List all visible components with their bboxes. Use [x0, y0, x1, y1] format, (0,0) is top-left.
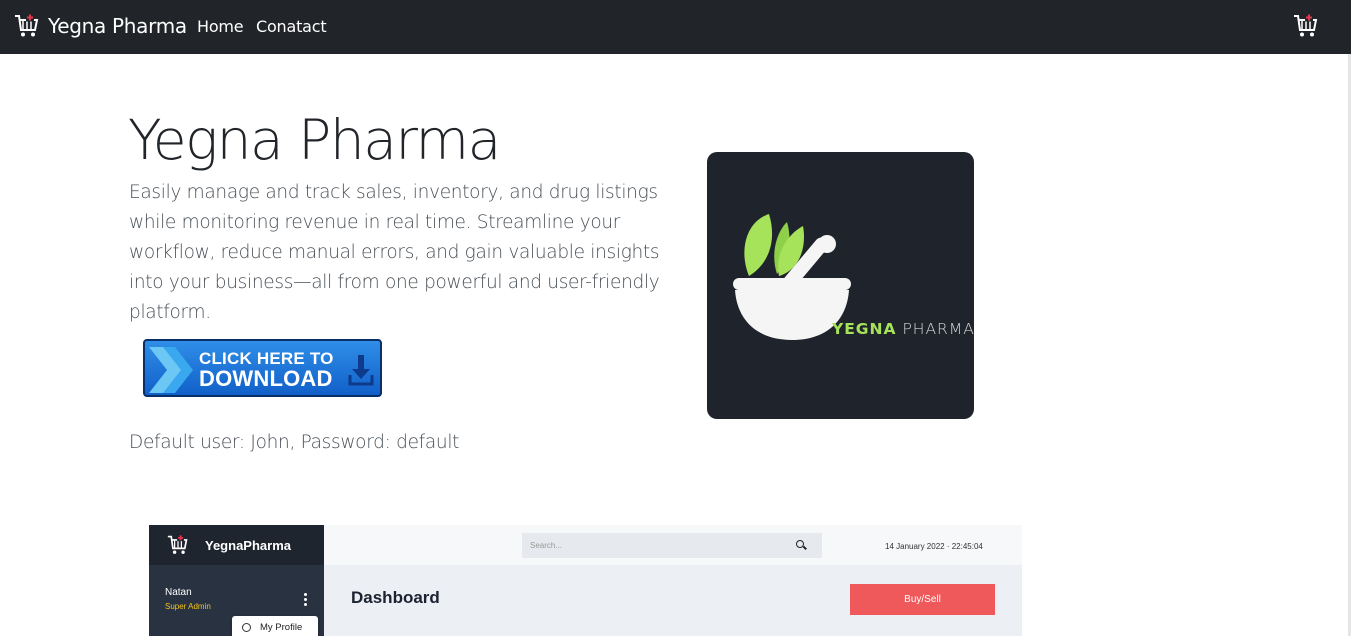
preview-datetime: 14 January 2022 · 22:45:04	[885, 542, 983, 551]
brand-name: Yegna Pharma	[48, 14, 187, 38]
cart-icon	[15, 13, 39, 37]
more-options-icon	[304, 593, 308, 608]
user-icon	[242, 623, 251, 632]
download-label-line2: DOWNLOAD	[199, 366, 333, 391]
nav-link-home[interactable]: Home	[197, 17, 244, 36]
navbar: Yegna Pharma Home Conatact	[0, 0, 1351, 54]
download-button[interactable]: CLICK HERE TO DOWNLOAD	[143, 339, 382, 397]
logo-word-pharma: PHARMA	[896, 320, 975, 338]
logo-wordmark: YEGNA PHARMA	[832, 320, 975, 338]
mortar-pestle-logo	[733, 214, 851, 340]
preview-buy-sell-button: Buy/Sell	[850, 584, 995, 615]
preview-brand: YegnaPharma	[205, 538, 291, 553]
navbar-brand[interactable]: Yegna Pharma	[14, 12, 187, 40]
preview-main: Search... 14 January 2022 · 22:45:04 Das…	[324, 525, 1022, 636]
logo-word-yegna: YEGNA	[832, 320, 897, 338]
cart-icon[interactable]	[1293, 13, 1319, 39]
preview-user-name: Natan	[165, 587, 192, 598]
download-icon	[348, 355, 374, 386]
preview-search: Search...	[522, 533, 822, 558]
logo-card	[707, 152, 974, 419]
preview-page-title: Dashboard	[351, 588, 440, 607]
preview-user-role: Super Admin	[165, 602, 211, 611]
preview-search-placeholder: Search...	[530, 541, 563, 550]
preview-topbar: Search... 14 January 2022 · 22:45:04	[324, 525, 1022, 565]
preview-profile-menu: My Profile	[232, 616, 318, 636]
default-credentials: Default user: John, Password: default	[129, 432, 460, 453]
preview-sidebar: YegnaPharma Natan Super Admin My Profile	[149, 525, 324, 636]
preview-sidebar-header: YegnaPharma	[149, 525, 324, 565]
dashboard-preview: YegnaPharma Natan Super Admin My Profile…	[149, 525, 1022, 636]
search-icon	[796, 540, 804, 548]
preview-menu-item-profile: My Profile	[260, 622, 303, 633]
nav-link-contact[interactable]: Conatact	[256, 17, 327, 36]
chevron-right-icon	[149, 347, 193, 393]
cart-icon	[167, 534, 188, 554]
page-title: Yegna Pharma	[128, 108, 501, 172]
hero-description: Easily manage and track sales, inventory…	[129, 182, 660, 323]
